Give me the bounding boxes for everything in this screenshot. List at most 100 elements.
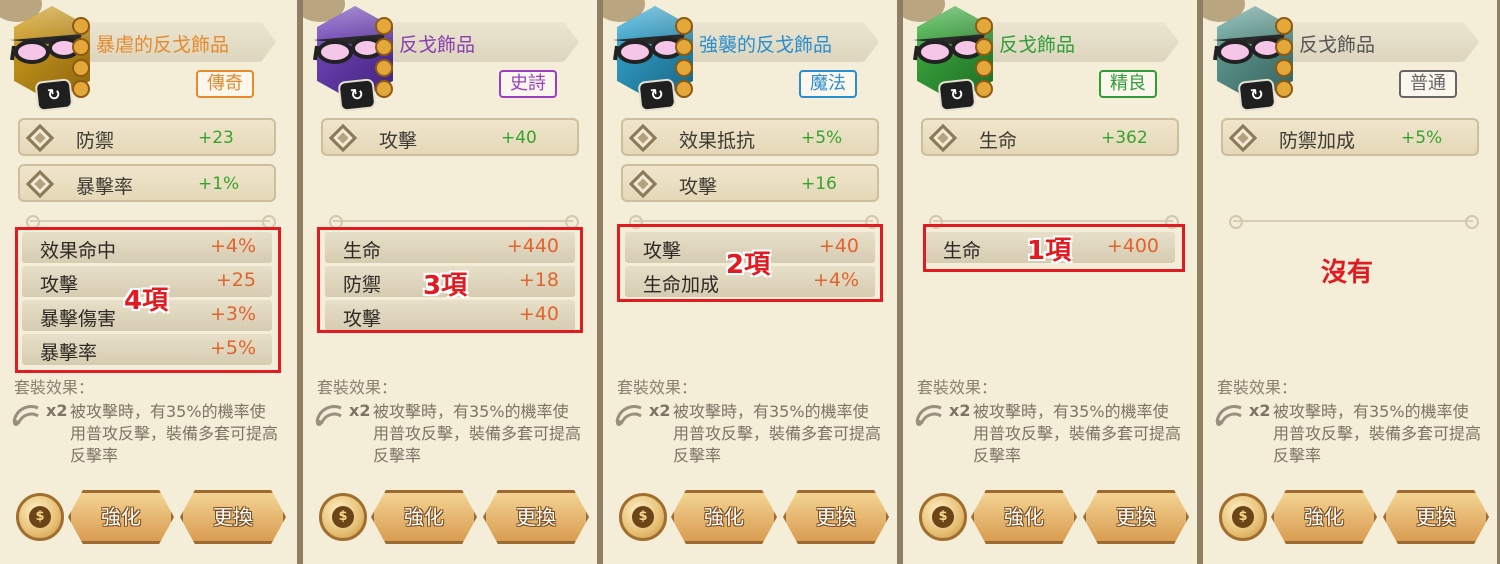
enhance-button[interactable]: 強化	[371, 490, 477, 544]
set-effect-title: 套裝效果：	[917, 378, 998, 397]
item-name: 強襲的反戈飾品	[699, 34, 833, 56]
main-stat-value: +5%	[801, 128, 843, 148]
rarity-badge: 史詩	[499, 70, 557, 98]
counterattack-icon	[315, 405, 342, 426]
sell-button[interactable]: $	[319, 493, 367, 541]
replace-button[interactable]: 更換	[483, 490, 589, 544]
set-effect-description: 被攻擊時，有35%的機率使用普攻反擊，裝備多套可提高反擊率	[673, 402, 882, 465]
counterattack-icon	[615, 405, 642, 426]
item-name: 反戈飾品	[1299, 34, 1376, 56]
replace-button[interactable]: 更換	[1383, 490, 1489, 544]
set-badge-icon: ↻	[637, 78, 677, 112]
set-effect-title: 套裝效果：	[14, 378, 95, 397]
divider	[1229, 215, 1479, 229]
main-stat-row: 效果抵抗 +5%	[621, 118, 879, 156]
main-stat-row: 攻擊 +40	[321, 118, 579, 156]
diamond-icon	[628, 169, 658, 199]
equipment-card: ↻ 反戈飾品 精良 生命 +362 生命 +400 1項 套裝效果： x2 被攻擊時，有…	[900, 0, 1200, 564]
equipment-card: ↻ 暴虐的反戈飾品 傳奇 防禦 +23 暴擊率 +1% 效果命中 +4% 攻擊 +2…	[0, 0, 300, 564]
set-badge-icon: ↻	[937, 78, 977, 112]
money-bag-icon: $	[1232, 506, 1254, 528]
set-badge-icon: ↻	[34, 78, 74, 112]
main-stat-label: 暴擊率	[76, 176, 134, 198]
counterattack-icon	[12, 405, 39, 426]
set-effect-description: 被攻擊時，有35%的機率使用普攻反擊，裝備多套可提高反擊率	[973, 402, 1182, 465]
sell-button[interactable]: $	[619, 493, 667, 541]
main-stat-value: +362	[1101, 128, 1148, 148]
equipment-card: ↻ 強襲的反戈飾品 魔法 效果抵抗 +5% 攻擊 +16 攻擊 +40 生命加成 +…	[600, 0, 900, 564]
diamond-icon	[628, 123, 658, 153]
diamond-icon	[928, 123, 958, 153]
money-bag-icon: $	[332, 506, 354, 528]
set-effect-title: 套裝效果：	[1217, 378, 1298, 397]
rarity-badge: 傳奇	[196, 70, 254, 98]
main-stat-label: 攻擊	[679, 176, 718, 198]
replace-button[interactable]: 更換	[783, 490, 889, 544]
main-stat-label: 攻擊	[379, 130, 418, 152]
money-bag-icon: $	[29, 506, 51, 528]
set-effect-description: 被攻擊時，有35%的機率使用普攻反擊，裝備多套可提高反擊率	[373, 402, 582, 465]
main-stat-label: 防禦	[76, 130, 115, 152]
divider	[629, 215, 879, 229]
replace-button[interactable]: 更換	[180, 490, 286, 544]
set-effect-description: 被攻擊時，有35%的機率使用普攻反擊，裝備多套可提高反擊率	[1273, 402, 1482, 465]
main-stat-value: +1%	[198, 174, 240, 194]
sell-button[interactable]: $	[1219, 493, 1267, 541]
main-stat-row: 暴擊率 +1%	[18, 164, 276, 202]
set-effect-title: 套裝效果：	[317, 378, 398, 397]
set-effect-count: x2	[1249, 401, 1271, 420]
item-name: 暴虐的反戈飾品	[96, 34, 230, 56]
equipment-card-row: ↻ 暴虐的反戈飾品 傳奇 防禦 +23 暴擊率 +1% 效果命中 +4% 攻擊 +2…	[0, 0, 1500, 564]
divider-knot	[1229, 215, 1243, 229]
diamond-icon	[25, 169, 55, 199]
sell-button[interactable]: $	[919, 493, 967, 541]
equipment-card: ↻ 反戈飾品 史詩 攻擊 +40 生命 +440 防禦 +18 攻擊 +40 3項套…	[300, 0, 600, 564]
main-stat-row: 攻擊 +16	[621, 164, 879, 202]
substat-count-label: 2項	[726, 250, 771, 280]
enhance-button[interactable]: 強化	[971, 490, 1077, 544]
set-effect-count: x2	[46, 401, 68, 420]
set-effect-description: 被攻擊時，有35%的機率使用普攻反擊，裝備多套可提高反擊率	[70, 402, 279, 465]
set-effect-count: x2	[649, 401, 671, 420]
rarity-badge: 魔法	[799, 70, 857, 98]
counterattack-icon	[1215, 405, 1242, 426]
item-name: 反戈飾品	[999, 34, 1076, 56]
diamond-icon	[1228, 123, 1258, 153]
set-effect-count: x2	[949, 401, 971, 420]
main-stat-row: 防禦加成 +5%	[1221, 118, 1479, 156]
sell-button[interactable]: $	[16, 493, 64, 541]
main-stat-value: +5%	[1401, 128, 1443, 148]
set-badge-icon: ↻	[337, 78, 377, 112]
enhance-button[interactable]: 強化	[68, 490, 174, 544]
equipment-card: ↻ 反戈飾品 普通 防禦加成 +5% 沒有 套裝效果： x2 被攻擊時，有35%的機率使…	[1200, 0, 1500, 564]
main-stat-label: 生命	[979, 130, 1018, 152]
counterattack-icon	[915, 405, 942, 426]
divider	[329, 215, 579, 229]
substat-count-label: 沒有	[1321, 258, 1374, 288]
divider	[26, 215, 276, 229]
substat-count-label: 3項	[423, 271, 468, 301]
replace-button[interactable]: 更換	[1083, 490, 1189, 544]
enhance-button[interactable]: 強化	[671, 490, 777, 544]
item-name: 反戈飾品	[399, 34, 476, 56]
diamond-icon	[25, 123, 55, 153]
set-effect-title: 套裝效果：	[617, 378, 698, 397]
main-stat-value: +40	[501, 128, 537, 148]
divider	[929, 215, 1179, 229]
main-stat-value: +23	[198, 128, 234, 148]
rarity-badge: 精良	[1099, 70, 1157, 98]
main-stat-value: +16	[801, 174, 837, 194]
substat-count-label: 4項	[124, 286, 169, 316]
money-bag-icon: $	[932, 506, 954, 528]
money-bag-icon: $	[632, 506, 654, 528]
diamond-icon	[328, 123, 358, 153]
rarity-badge: 普通	[1399, 70, 1457, 98]
main-stat-row: 防禦 +23	[18, 118, 276, 156]
main-stat-row: 生命 +362	[921, 118, 1179, 156]
enhance-button[interactable]: 強化	[1271, 490, 1377, 544]
substat-count-label: 1項	[1027, 236, 1072, 266]
set-effect-count: x2	[349, 401, 371, 420]
divider-knot	[1465, 215, 1479, 229]
main-stat-label: 效果抵抗	[679, 130, 756, 152]
main-stat-label: 防禦加成	[1279, 130, 1356, 152]
